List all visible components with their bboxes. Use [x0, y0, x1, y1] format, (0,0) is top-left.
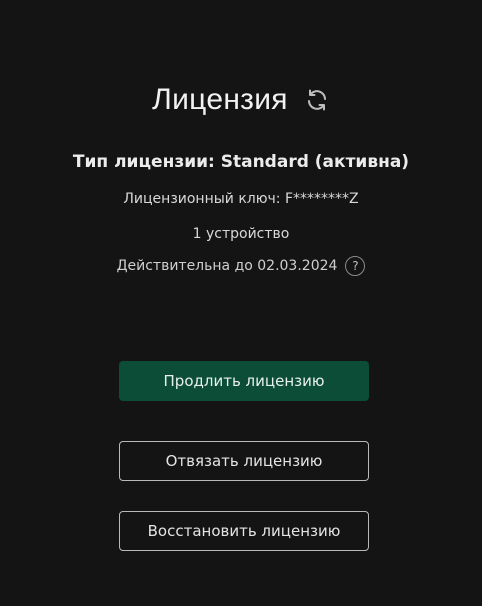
unlink-license-label: Отвязать лицензию [165, 452, 323, 470]
license-key: Лицензионный ключ: F********Z [123, 191, 359, 207]
refresh-icon[interactable] [304, 87, 330, 113]
device-count: 1 устройство [192, 226, 290, 242]
restore-license-button[interactable]: Восстановить лицензию [119, 511, 369, 551]
extend-license-label: Продлить лицензию [163, 372, 325, 390]
license-type: Тип лицензии: Standard (активна) [72, 152, 410, 172]
help-icon[interactable]: ? [345, 256, 366, 276]
license-page: Лицензия Тип лицензии: Standard (активна… [0, 0, 482, 606]
valid-until: Действительна до 02.03.2024 [116, 258, 338, 274]
title-row: Лицензия [0, 78, 482, 122]
extend-license-button[interactable]: Продлить лицензию [119, 361, 369, 401]
validity-row: Действительна до 02.03.2024 ? [0, 256, 482, 276]
page-title: Лицензия [152, 83, 288, 116]
restore-license-label: Восстановить лицензию [147, 522, 341, 540]
unlink-license-button[interactable]: Отвязать лицензию [119, 441, 369, 481]
